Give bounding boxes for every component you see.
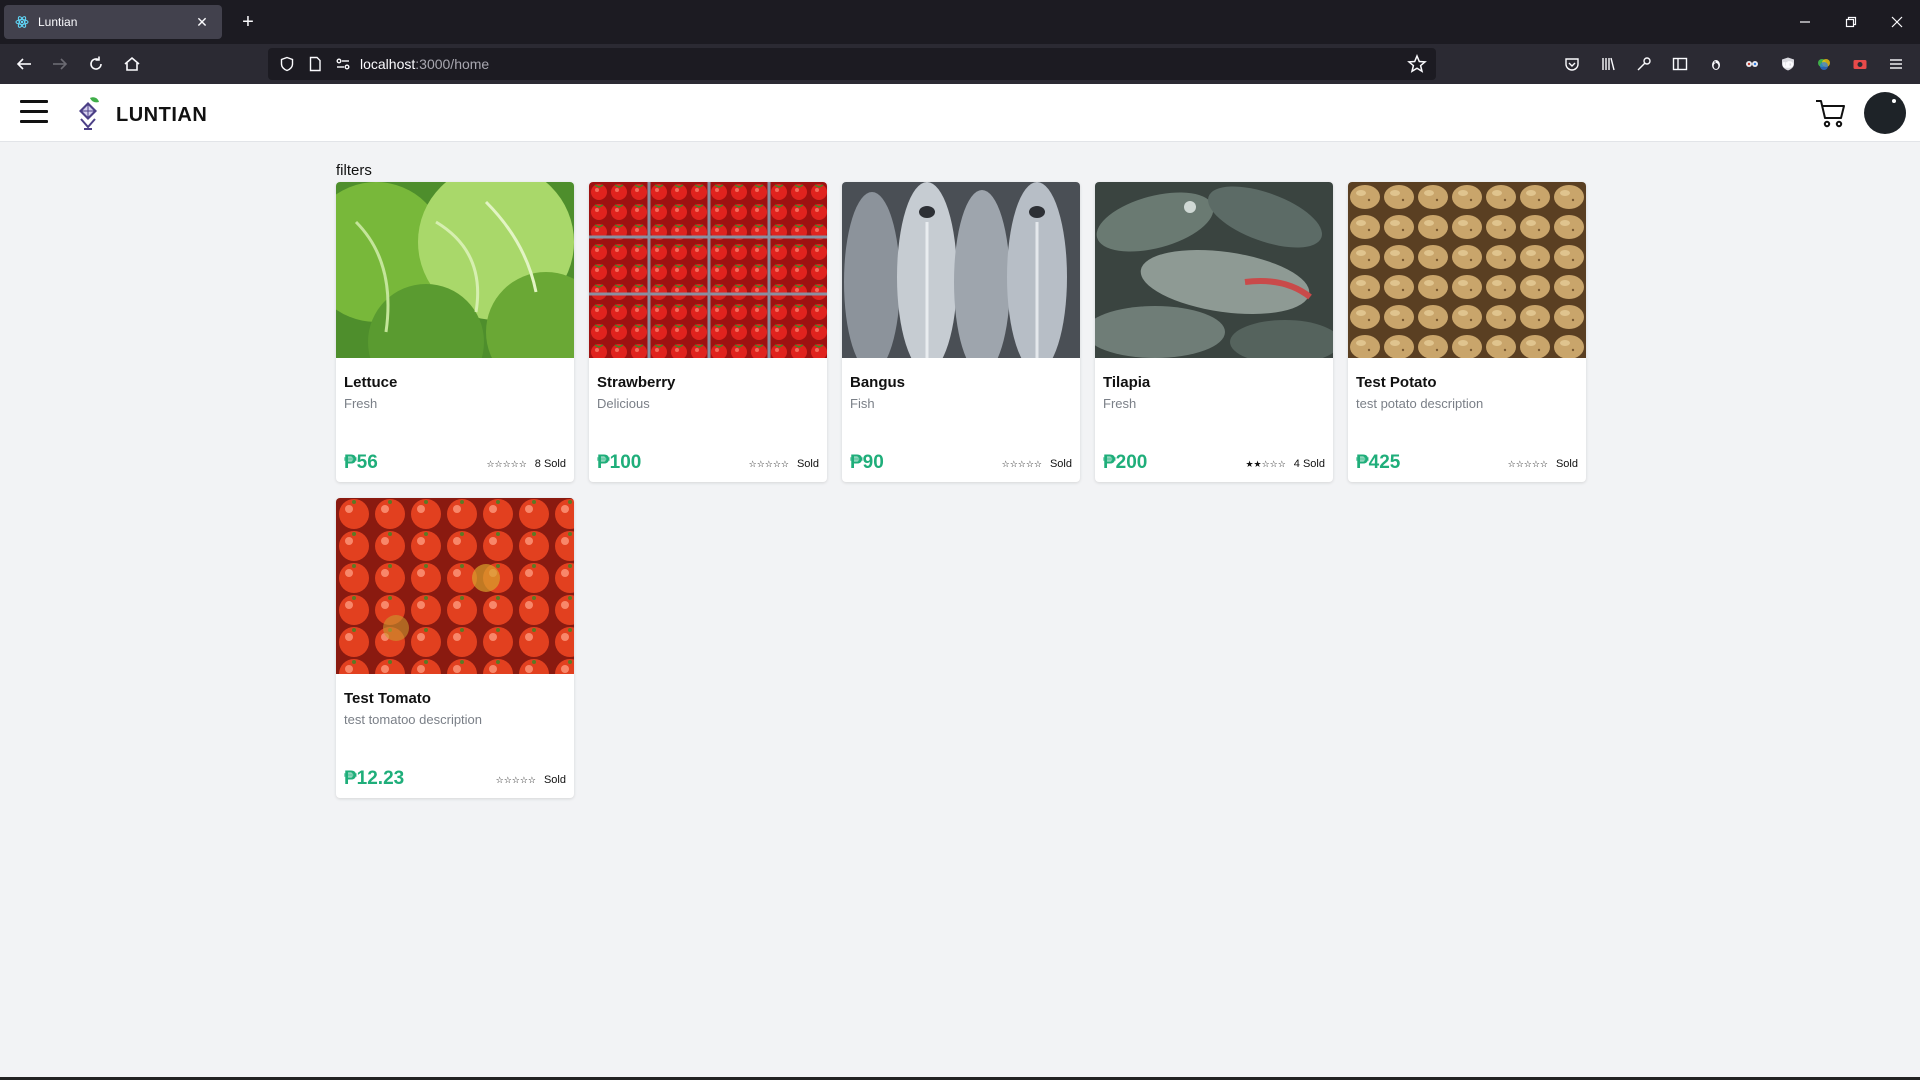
home-icon[interactable] xyxy=(118,50,146,78)
tab-close-icon[interactable]: ✕ xyxy=(192,14,212,31)
extension-camera-icon[interactable] xyxy=(1848,52,1872,76)
star-rating: ★★☆☆☆ xyxy=(1245,458,1286,469)
url-host: localhost xyxy=(360,56,416,72)
product-description: test potato description xyxy=(1356,396,1484,411)
pocket-icon[interactable] xyxy=(1560,52,1584,76)
product-price: ₱56 xyxy=(344,452,378,473)
extension-color-icon[interactable] xyxy=(1812,52,1836,76)
product-description: Delicious xyxy=(597,396,650,411)
lettuce-image[interactable] xyxy=(336,182,574,358)
product-meta: ★★☆☆☆ 4 Sold xyxy=(1245,458,1325,470)
url-bar[interactable]: localhost:3000/home xyxy=(268,48,1436,80)
product-description: Fish xyxy=(850,396,875,411)
sold-count: Sold xyxy=(1049,458,1072,470)
product-price: ₱12.23 xyxy=(344,768,405,789)
extension-shield-icon[interactable]: uD xyxy=(1776,52,1800,76)
react-favicon-icon xyxy=(14,14,30,30)
filters-label[interactable]: filters xyxy=(336,162,372,179)
product-price: ₱425 xyxy=(1356,452,1401,473)
back-arrow-icon[interactable] xyxy=(10,50,38,78)
product-meta: ☆☆☆☆☆ 8 Sold xyxy=(486,458,566,470)
bookmark-star-icon[interactable] xyxy=(1406,53,1428,75)
brand-title[interactable]: LUNTIAN xyxy=(116,104,207,127)
browser-tab[interactable]: Luntian ✕ xyxy=(4,5,222,39)
product-card[interactable]: Strawberry Delicious ₱100 ☆☆☆☆☆ Sold xyxy=(589,182,827,482)
close-window-icon[interactable] xyxy=(1874,0,1920,44)
forward-arrow-icon[interactable] xyxy=(46,50,74,78)
browser-tab-bar: Luntian ✕ + xyxy=(0,0,1920,44)
star-rating: ☆☆☆☆☆ xyxy=(1507,458,1548,469)
library-icon[interactable] xyxy=(1596,52,1620,76)
tomato-image[interactable] xyxy=(336,498,574,674)
tilapia-fish-image[interactable] xyxy=(1095,182,1333,358)
tab-title: Luntian xyxy=(38,15,78,29)
product-price: ₱100 xyxy=(597,452,642,473)
star-rating: ☆☆☆☆☆ xyxy=(748,458,789,469)
hamburger-menu-icon[interactable] xyxy=(20,100,48,124)
svg-text:uD: uD xyxy=(1783,61,1793,69)
star-rating: ☆☆☆☆☆ xyxy=(495,774,536,785)
sold-count: 4 Sold xyxy=(1293,458,1325,470)
product-card[interactable]: Tilapia Fresh ₱200 ★★☆☆☆ 4 Sold xyxy=(1095,182,1333,482)
product-name[interactable]: Test Tomato xyxy=(344,690,431,707)
product-name[interactable]: Tilapia xyxy=(1103,374,1150,391)
restore-icon[interactable] xyxy=(1828,0,1874,44)
sold-count: Sold xyxy=(796,458,819,470)
product-name[interactable]: Test Potato xyxy=(1356,374,1437,391)
product-card[interactable]: Bangus Fish ₱90 ☆☆☆☆☆ Sold xyxy=(842,182,1080,482)
user-avatar[interactable] xyxy=(1864,92,1906,134)
shopping-cart-icon[interactable] xyxy=(1814,96,1848,130)
sold-count: 8 Sold xyxy=(534,458,566,470)
luntian-logo-icon[interactable] xyxy=(68,93,108,133)
product-price: ₱90 xyxy=(850,452,884,473)
product-description: test tomatoo description xyxy=(344,712,483,727)
bangus-fish-image[interactable] xyxy=(842,182,1080,358)
potato-image[interactable] xyxy=(1348,182,1586,358)
product-description: Fresh xyxy=(344,396,378,411)
extension-mask-icon[interactable] xyxy=(1740,52,1764,76)
page-icon[interactable] xyxy=(304,53,326,75)
product-meta: ☆☆☆☆☆ Sold xyxy=(1002,458,1072,470)
product-meta: ☆☆☆☆☆ Sold xyxy=(496,774,566,786)
menu-icon[interactable] xyxy=(1884,52,1908,76)
product-card[interactable]: Test Potato test potato description ₱425… xyxy=(1348,182,1586,482)
shield-icon[interactable] xyxy=(276,53,298,75)
product-meta: ☆☆☆☆☆ Sold xyxy=(1508,458,1578,470)
wrench-icon[interactable] xyxy=(1632,52,1656,76)
product-name[interactable]: Strawberry xyxy=(597,374,675,391)
product-description: Fresh xyxy=(1103,396,1137,411)
product-name[interactable]: Bangus xyxy=(850,374,905,391)
minimize-icon[interactable] xyxy=(1782,0,1828,44)
product-name[interactable]: Lettuce xyxy=(344,374,397,391)
reload-icon[interactable] xyxy=(82,50,110,78)
sidebar-icon[interactable] xyxy=(1668,52,1692,76)
browser-toolbar: localhost:3000/home uD xyxy=(0,44,1920,84)
product-card[interactable]: Lettuce Fresh ₱56 ☆☆☆☆☆ 8 Sold xyxy=(336,182,574,482)
star-rating: ☆☆☆☆☆ xyxy=(1001,458,1042,469)
star-rating: ☆☆☆☆☆ xyxy=(486,458,527,469)
product-card[interactable]: Test Tomato test tomatoo description ₱12… xyxy=(336,498,574,798)
app-header: LUNTIAN xyxy=(0,84,1920,142)
strawberry-image[interactable] xyxy=(589,182,827,358)
product-meta: ☆☆☆☆☆ Sold xyxy=(749,458,819,470)
sold-count: Sold xyxy=(543,774,566,786)
permissions-icon[interactable] xyxy=(332,53,354,75)
new-tab-icon[interactable]: + xyxy=(234,8,262,36)
extension-penguin-icon[interactable] xyxy=(1704,52,1728,76)
product-price: ₱200 xyxy=(1103,452,1148,473)
sold-count: Sold xyxy=(1555,458,1578,470)
url-path: :3000/home xyxy=(415,56,490,72)
